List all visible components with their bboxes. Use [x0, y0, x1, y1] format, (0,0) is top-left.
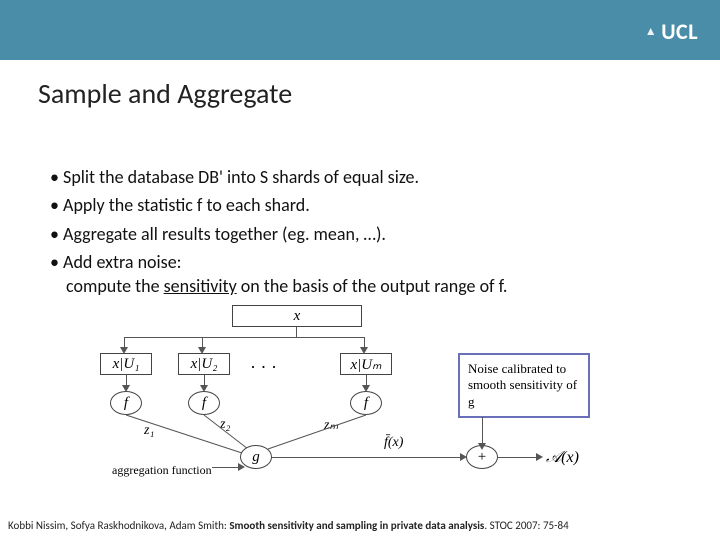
oval-f-1: f: [110, 391, 142, 415]
cite-venue: . STOC 2007: 75-84: [484, 519, 568, 532]
oval-f-m: f: [350, 391, 382, 415]
box-x: x: [232, 305, 362, 327]
box-shard-m: x|Uₘ: [340, 353, 392, 375]
ucl-logo-text: UCL: [661, 18, 698, 45]
label-zm: zₘ: [324, 417, 338, 434]
label-aggregation: aggregation function: [112, 463, 212, 478]
slide-title: Sample and Aggregate: [38, 76, 292, 111]
diagram: x x|U₁ x|U₂ · · · x|Uₘ f f f z₁ z₂ zₘ g …: [92, 305, 632, 475]
shard-dots: · · ·: [250, 357, 277, 378]
cite-authors: Kobbi Nissim, Sofya Raskhodnikova, Adam …: [8, 519, 229, 532]
label-fbar: f̄(x): [384, 435, 403, 451]
bullet-4-cont: compute the sensitivity on the basis of …: [66, 275, 507, 297]
bullet-4-text: Add extra noise:: [63, 251, 181, 273]
noise-note: Noise calibrated to smooth sensitivity o…: [458, 353, 590, 418]
box-shard-2: x|U₂: [178, 353, 230, 375]
bullet-3: Aggregate all results together (eg. mean…: [50, 222, 670, 246]
oval-f-2: f: [188, 391, 220, 415]
bullet-4: Add extra noise: compute the sensitivity…: [50, 250, 670, 299]
label-z2: z₂: [220, 417, 230, 433]
citation: Kobbi Nissim, Sofya Raskhodnikova, Adam …: [8, 519, 712, 532]
bullet-2: Apply the statistic f to each shard.: [50, 193, 670, 217]
top-banner: ▲ UCL: [0, 0, 720, 60]
bullet-1: Split the database DB' into S shards of …: [50, 165, 670, 189]
label-z1: z₁: [144, 423, 154, 439]
cite-title: Smooth sensitivity and sampling in priva…: [229, 519, 484, 532]
label-A: 𝒜(x): [546, 449, 579, 467]
bullet-list: Split the database DB' into S shards of …: [50, 165, 670, 302]
ucl-logo: ▲ UCL: [645, 18, 698, 45]
box-shard-1: x|U₁: [100, 353, 152, 375]
ucl-logo-mark: ▲: [645, 24, 657, 39]
